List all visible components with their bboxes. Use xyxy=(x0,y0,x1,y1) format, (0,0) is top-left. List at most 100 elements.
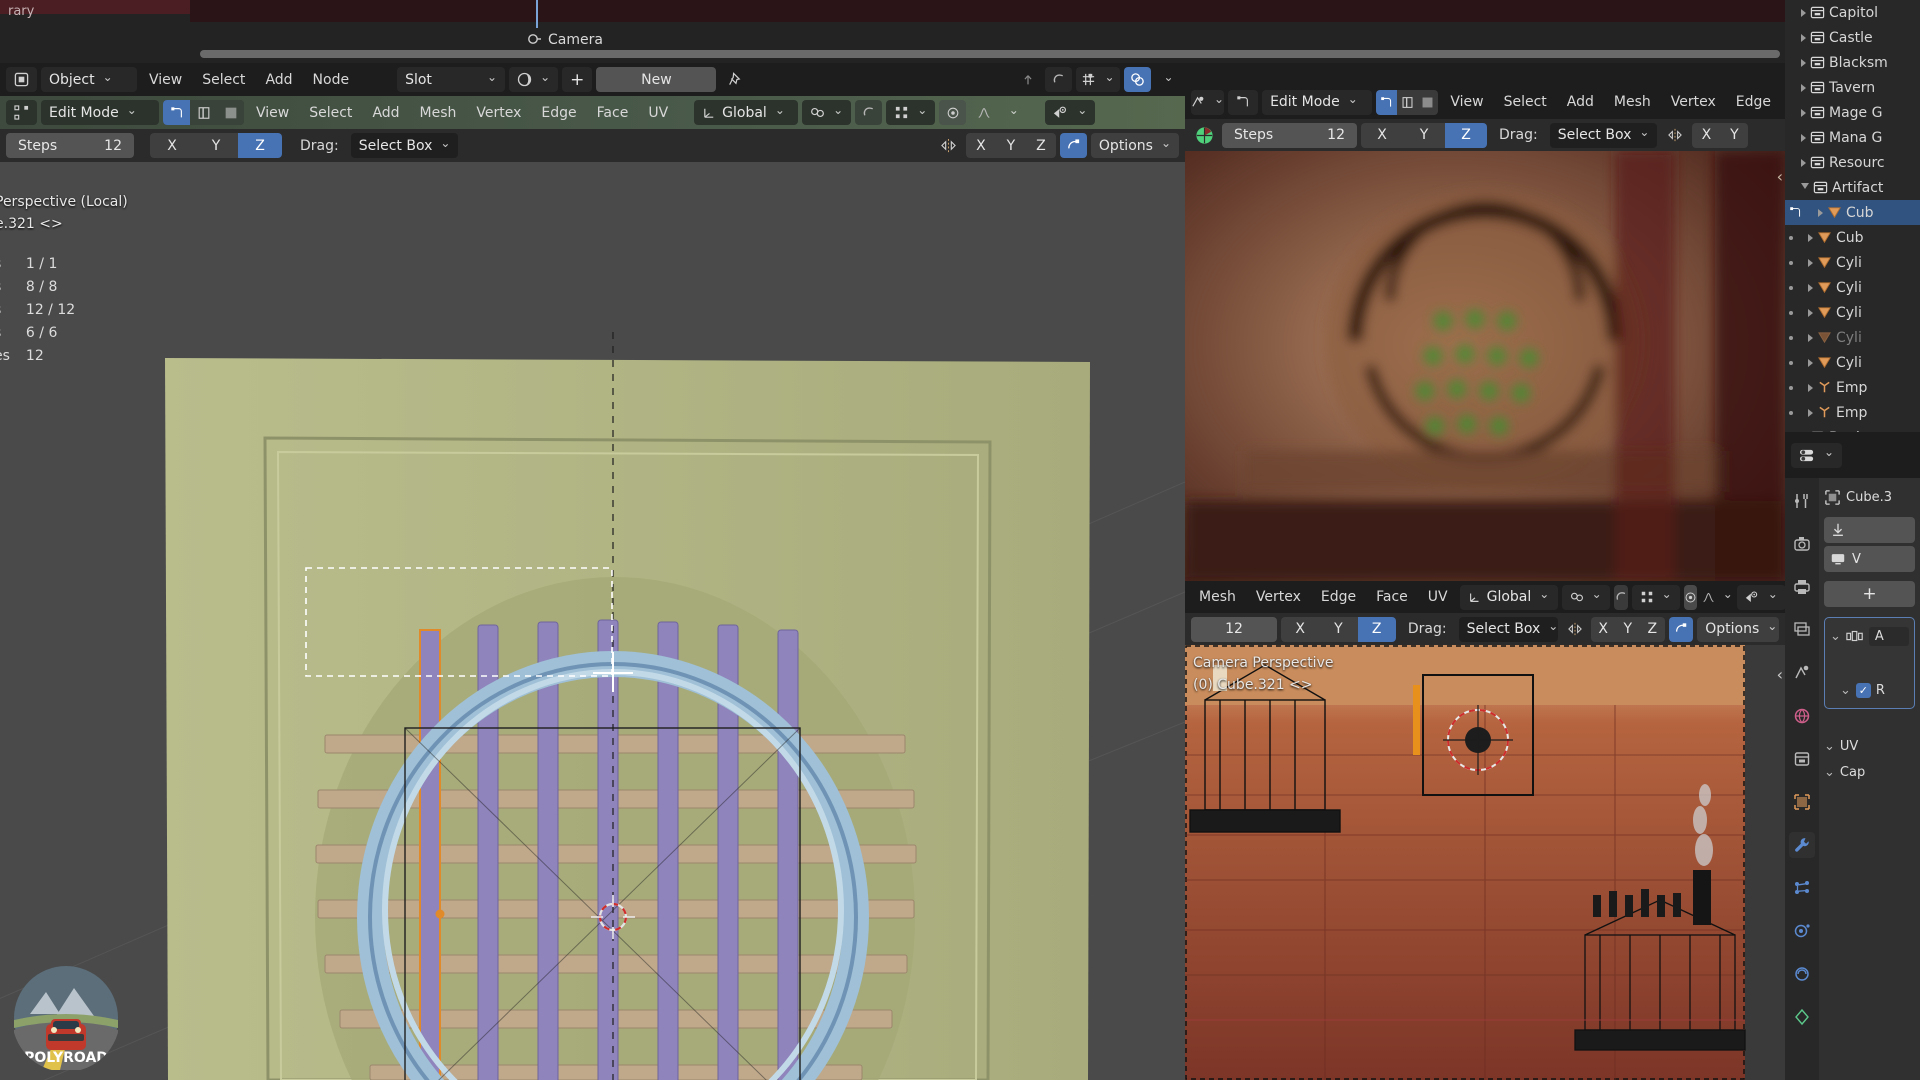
viewport3-sidebar-toggle[interactable]: ‹ xyxy=(1777,665,1783,684)
vp2-axis-z-button[interactable]: Z xyxy=(1445,122,1487,148)
properties-breadcrumb[interactable]: Cube.3 xyxy=(1824,484,1915,510)
outliner-row[interactable]: Bank xyxy=(1785,425,1920,432)
viewport2-image-preview[interactable]: ‹ xyxy=(1185,151,1785,581)
outliner-row-list[interactable]: Capitol Castle Blacksm Tavern Mage G Man… xyxy=(1785,0,1920,432)
edge-select-button[interactable] xyxy=(190,100,217,125)
disclosure-triangle-icon[interactable] xyxy=(1808,383,1813,392)
outliner-row[interactable]: Cyli xyxy=(1785,350,1920,375)
vp3-proportional-button[interactable] xyxy=(1613,584,1628,610)
disclosure-triangle-icon[interactable] xyxy=(1801,133,1806,142)
outliner-row[interactable]: Cyli xyxy=(1785,300,1920,325)
mirror-axis-group[interactable]: X Y Z xyxy=(965,133,1056,158)
playhead[interactable] xyxy=(536,0,538,28)
viewport2-tool-settings[interactable]: Steps 12 X Y Z Drag: Select Box X Y xyxy=(1185,119,1785,151)
mirror-y-button[interactable]: Y xyxy=(995,133,1026,158)
vp2-axis-y-button[interactable]: Y xyxy=(1403,122,1445,148)
viewport3-tool-settings[interactable]: 12 X Y Z Drag: Select Box X Y Z xyxy=(1185,613,1785,645)
restrict-dot-icon[interactable] xyxy=(1789,335,1793,340)
node-menu-select[interactable]: Select xyxy=(194,67,253,92)
restrict-dot-icon[interactable] xyxy=(1789,360,1793,365)
tab-object[interactable] xyxy=(1789,789,1815,815)
horizontal-scrollbar[interactable] xyxy=(200,50,1780,58)
tab-constraints[interactable] xyxy=(1789,961,1815,987)
node-editor-type-button[interactable] xyxy=(6,67,37,92)
restrict-dot-icon[interactable] xyxy=(1789,385,1793,390)
outliner-row[interactable]: Mage G xyxy=(1785,100,1920,125)
vp3-mirror-z-button[interactable]: Z xyxy=(1640,616,1665,642)
vp3-steps-field[interactable]: 12 xyxy=(1191,616,1277,642)
outliner-row[interactable]: Tavern xyxy=(1785,75,1920,100)
modifier-display-row[interactable]: V xyxy=(1824,546,1915,572)
properties-editor[interactable]: Cube.3 V + ⌄ xyxy=(1785,432,1920,1080)
viewport2-editor-type-button[interactable] xyxy=(1191,89,1225,115)
disclosure-triangle-icon[interactable] xyxy=(1808,283,1813,292)
section-cap[interactable]: ⌄ Cap xyxy=(1824,759,1915,785)
vp3-mirror-x-button[interactable]: X xyxy=(1590,616,1616,642)
new-material-icon-button[interactable]: + xyxy=(562,67,593,92)
properties-body[interactable]: Cube.3 V + ⌄ A ⌄ ✓ R ⌄ UV ⌄ Cap xyxy=(1819,478,1920,1080)
vp3-visibility-dropdown[interactable] xyxy=(1736,584,1785,610)
shader-editor-header[interactable]: Object View Select Add Node Slot + New xyxy=(0,63,1185,96)
vp2-axis-x-button[interactable]: X xyxy=(1361,122,1403,148)
restrict-dot-icon[interactable] xyxy=(1789,410,1793,415)
viewport2-header[interactable]: Edit Mode View Select Add Mesh Vertex xyxy=(1185,85,1785,119)
axis-x-button[interactable]: X xyxy=(150,133,194,158)
node-snap-parent-button[interactable] xyxy=(1014,67,1041,92)
tab-physics[interactable] xyxy=(1789,918,1815,944)
vp3-axis-x-button[interactable]: X xyxy=(1281,616,1320,642)
outliner-row[interactable]: Cyli xyxy=(1785,275,1920,300)
disclosure-triangle-icon[interactable] xyxy=(1801,33,1806,42)
tab-modifier[interactable] xyxy=(1789,832,1815,858)
vp2-axis-group[interactable]: X Y Z xyxy=(1361,122,1487,148)
shader-type-dropdown[interactable]: Object xyxy=(41,67,137,92)
properties-header[interactable] xyxy=(1785,432,1920,478)
restrict-dot-icon[interactable] xyxy=(1789,285,1793,290)
tab-scene[interactable] xyxy=(1789,660,1815,686)
vp1-menu-vertex[interactable]: Vertex xyxy=(468,100,529,125)
viewport3-camera-view[interactable]: Camera Perspective (0) Cube.321 <> ‹ xyxy=(1185,645,1785,1080)
vp2-menu-select[interactable]: Select xyxy=(1496,90,1555,115)
vp3-auto-merge-button[interactable] xyxy=(1668,616,1694,642)
vp2-menu-mesh[interactable]: Mesh xyxy=(1606,90,1659,115)
outliner-row[interactable]: Mana G xyxy=(1785,125,1920,150)
auto-merge-button[interactable] xyxy=(1059,133,1087,158)
chevron-down-icon[interactable]: ⌄ xyxy=(1830,629,1841,644)
node-menu-node[interactable]: Node xyxy=(305,67,358,92)
modifier-name-field[interactable]: A xyxy=(1868,626,1909,646)
vp3-mirror-y-button[interactable]: Y xyxy=(1615,616,1641,642)
falloff-button[interactable] xyxy=(970,100,997,125)
disclosure-triangle-icon[interactable] xyxy=(1808,233,1813,242)
modifier-apply-row[interactable] xyxy=(1824,517,1915,543)
restrict-select-icon[interactable] xyxy=(1789,206,1803,219)
outliner-row[interactable]: Capitol xyxy=(1785,0,1920,25)
tab-world[interactable] xyxy=(1789,703,1815,729)
viewport2-mode-dropdown[interactable]: Edit Mode xyxy=(1262,89,1373,115)
face-select-button[interactable] xyxy=(217,100,244,125)
vp3-falloff-dropdown[interactable] xyxy=(1720,585,1733,610)
vp1-menu-select[interactable]: Select xyxy=(301,100,360,125)
viewport1-tool-settings[interactable]: Steps 12 X Y Z Drag: Select Box X xyxy=(0,129,1185,162)
vp3-pivot-button[interactable] xyxy=(1683,584,1697,610)
outliner-row[interactable]: Resourc xyxy=(1785,150,1920,175)
add-modifier-button[interactable]: + xyxy=(1824,581,1915,607)
disclosure-triangle-icon[interactable] xyxy=(1808,308,1813,317)
disclosure-triangle-icon[interactable] xyxy=(1801,58,1806,67)
vp3-menu-uv[interactable]: UV xyxy=(1420,585,1456,610)
camera-marker-row[interactable]: Camera xyxy=(0,28,1785,63)
vp1-menu-edge[interactable]: Edge xyxy=(533,100,584,125)
viewport1-editor-type-button[interactable] xyxy=(6,100,37,125)
slot-dropdown[interactable]: Slot xyxy=(397,67,506,92)
select-mode-group[interactable] xyxy=(163,100,244,125)
vp1-menu-uv[interactable]: UV xyxy=(640,100,676,125)
node-menu-add[interactable]: Add xyxy=(257,67,300,92)
outliner-row[interactable]: Emp xyxy=(1785,375,1920,400)
outliner-row[interactable]: Emp xyxy=(1785,400,1920,425)
modifier-subrow[interactable]: ⌄ ✓ R xyxy=(1830,677,1909,703)
snap-grid-dropdown[interactable] xyxy=(886,100,936,125)
viewport2-texture[interactable] xyxy=(1185,151,1785,581)
section-uv[interactable]: ⌄ UV xyxy=(1824,733,1915,759)
disclosure-triangle-icon[interactable] xyxy=(1801,108,1806,117)
vp3-options-dropdown[interactable]: Options xyxy=(1697,616,1779,642)
tab-collection[interactable] xyxy=(1789,746,1815,772)
viewport2-sidebar-toggle[interactable]: ‹ xyxy=(1777,167,1783,186)
